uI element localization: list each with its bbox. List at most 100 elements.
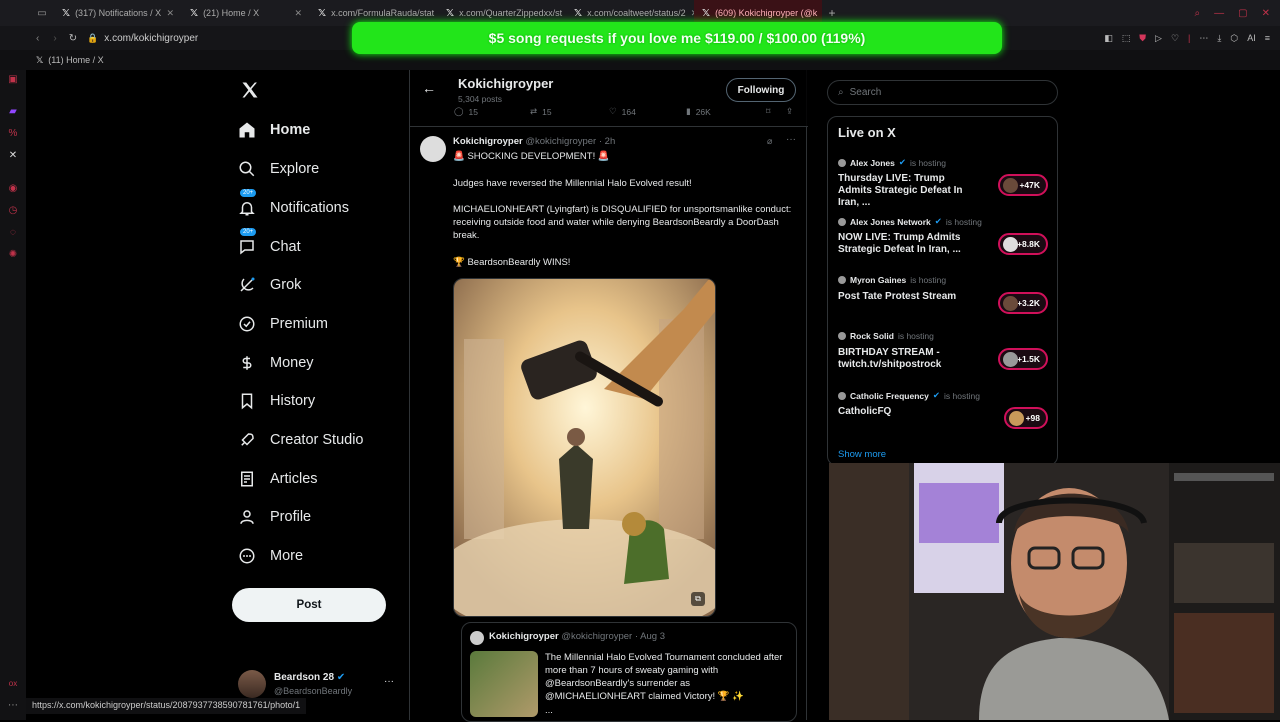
tab-menu-icon[interactable]: ▭: [30, 8, 54, 19]
stream-title[interactable]: BIRTHDAY STREAM - twitch.tv/shitpostrock: [838, 347, 978, 371]
nav-more[interactable]: More: [238, 544, 303, 568]
avatar[interactable]: [420, 136, 446, 162]
settings-sidebar-icon[interactable]: ✺: [7, 249, 19, 261]
extensions-icon[interactable]: ⬡: [1230, 33, 1238, 44]
url-field[interactable]: x.com/kokichigroyper: [104, 33, 198, 44]
live-count-pill[interactable]: +1.5K: [998, 348, 1048, 370]
nav-creator-studio[interactable]: Creator Studio: [238, 428, 364, 452]
nav-articles[interactable]: Articles: [238, 467, 318, 491]
twitch-icon[interactable]: ▰: [7, 106, 19, 118]
nav-profile[interactable]: Profile: [238, 505, 311, 529]
maximize-icon[interactable]: ▢: [1238, 8, 1247, 19]
stream-title[interactable]: CatholicFQ: [838, 406, 978, 418]
minimize-icon[interactable]: —: [1214, 8, 1224, 19]
main-timeline: ← Kokichigroyper 5,304 posts Following ◯…: [409, 70, 808, 722]
stream-title[interactable]: NOW LIVE: Trump Admits Strategic Defeat …: [838, 232, 978, 256]
bookmark-tweet-icon[interactable]: ⌑: [766, 106, 770, 117]
host-line: Myron Gaines is hosting: [838, 275, 946, 285]
shield-icon[interactable]: ⛊: [1139, 33, 1146, 44]
avatar: [1003, 296, 1018, 311]
repost-count[interactable]: ⇄ 15: [530, 106, 552, 117]
download-icon[interactable]: ⤓: [1217, 33, 1221, 44]
quoted-tweet[interactable]: Kokichigroyper @kokichigroyper · Aug 3 T…: [461, 622, 797, 722]
tweet-text-line: MICHAELIONHEART (Lyingfart) is DISQUALIF…: [453, 204, 792, 241]
percent-icon[interactable]: %: [7, 128, 19, 140]
x-favicon-icon: 𝕏: [62, 7, 71, 19]
x-favicon-icon: 𝕏: [446, 7, 455, 19]
following-button[interactable]: Following: [726, 78, 796, 102]
play-icon[interactable]: ▷: [1155, 33, 1162, 44]
reload-icon[interactable]: ↻: [69, 33, 77, 44]
bell-icon: [239, 202, 255, 216]
window-close-icon[interactable]: ✕: [1262, 8, 1270, 19]
show-more-link[interactable]: Show more: [838, 449, 886, 460]
nav-notifications[interactable]: 20+ Notifications: [238, 189, 349, 220]
history-sidebar-icon[interactable]: ◷: [7, 205, 19, 217]
account-more-icon[interactable]: ···: [384, 676, 394, 687]
snapshot-icon[interactable]: ⬚: [1122, 33, 1131, 44]
live-count-pill[interactable]: +3.2K: [998, 292, 1048, 314]
avatar: [838, 391, 846, 400]
more-sidebar-icon[interactable]: ox: [7, 678, 19, 690]
avatar: [470, 631, 484, 645]
stream-title[interactable]: Post Tate Protest Stream: [838, 291, 978, 303]
page-title: Kokichigroyper: [458, 76, 554, 91]
view-count[interactable]: ▮ 26K: [686, 106, 711, 117]
nav-chat[interactable]: 20+ Chat: [238, 228, 301, 259]
tweet-text-line: 🏆 BeardsonBeardly WINS!: [453, 257, 571, 268]
reply-count[interactable]: ◯ 15: [454, 106, 478, 117]
grok-icon: [240, 277, 255, 292]
grok-explain-icon[interactable]: ⌀: [767, 136, 772, 147]
tab-0[interactable]: 𝕏 (317) Notifications / X ✕: [54, 0, 182, 26]
like-count[interactable]: ♡ 164: [609, 106, 636, 117]
search-tabs-icon[interactable]: ⌕: [1195, 8, 1201, 19]
image-edit-icon[interactable]: ⧉: [691, 592, 705, 606]
stream-title[interactable]: Thursday LIVE: Trump Admits Strategic De…: [838, 173, 978, 209]
avatar: [838, 158, 846, 167]
x-favicon-icon: 𝕏: [190, 7, 199, 19]
heart-icon[interactable]: ♡: [1171, 33, 1179, 44]
divider-icon: |: [1188, 33, 1191, 43]
nav-explore[interactable]: Explore: [238, 157, 319, 181]
avatar: [238, 670, 266, 698]
quote-text: The Millennial Halo Evolved Tournament c…: [545, 652, 783, 702]
back-arrow-icon[interactable]: ←: [422, 80, 436, 96]
tweet-image[interactable]: ⧉: [453, 278, 716, 617]
tweet-author: Kokichigroyper @kokichigroyper · 2h: [453, 136, 616, 147]
nav-grok[interactable]: Grok: [238, 273, 301, 297]
back-icon[interactable]: ‹: [36, 33, 39, 44]
close-icon[interactable]: ✕: [166, 8, 174, 19]
nav-home[interactable]: Home: [238, 118, 310, 142]
new-tab-icon[interactable]: +: [822, 6, 842, 20]
live-count-pill[interactable]: +47K: [998, 174, 1048, 196]
nav-premium[interactable]: Premium: [238, 312, 328, 336]
forward-icon[interactable]: ›: [53, 33, 56, 44]
bookmark-page-icon[interactable]: ◧: [1104, 33, 1113, 44]
nav-money[interactable]: Money: [238, 351, 314, 375]
live-count-pill[interactable]: +8.8K: [998, 233, 1048, 255]
status-bar-url: https://x.com/kokichigroyper/status/2087…: [26, 698, 307, 714]
post-button[interactable]: Post: [232, 588, 386, 622]
menu-dash-icon[interactable]: ⋯: [1199, 33, 1208, 44]
host-line: Catholic Frequency ✔ is hosting: [838, 390, 980, 401]
ai-button[interactable]: AI: [1247, 33, 1256, 43]
live-count-pill[interactable]: +98: [1004, 407, 1048, 429]
ellipsis-sidebar-icon[interactable]: ⋯: [7, 700, 19, 712]
x-sidebar-icon[interactable]: ✕: [7, 150, 19, 162]
tweet-more-icon[interactable]: ···: [786, 134, 796, 145]
x-logo-icon[interactable]: [240, 80, 260, 100]
close-icon[interactable]: ✕: [294, 8, 302, 19]
bookmark-item[interactable]: (11) Home / X: [48, 55, 103, 65]
chat-sidebar-icon[interactable]: ◌: [7, 227, 19, 239]
player-icon[interactable]: ◉: [7, 183, 19, 195]
search-icon: [239, 161, 255, 177]
easy-setup-icon[interactable]: ≡: [1265, 33, 1270, 43]
instagram-icon[interactable]: ▣: [7, 74, 19, 86]
quote-thumbnail: [470, 651, 538, 717]
share-icon[interactable]: ⇪: [786, 106, 793, 117]
tab-1[interactable]: 𝕏 (21) Home / X ✕: [182, 0, 310, 26]
search-input[interactable]: ⌕ Search: [827, 80, 1058, 105]
webcam-overlay: [829, 463, 1280, 720]
account-name: Beardson 28 ✔: [274, 672, 346, 683]
nav-history[interactable]: History: [238, 389, 315, 413]
